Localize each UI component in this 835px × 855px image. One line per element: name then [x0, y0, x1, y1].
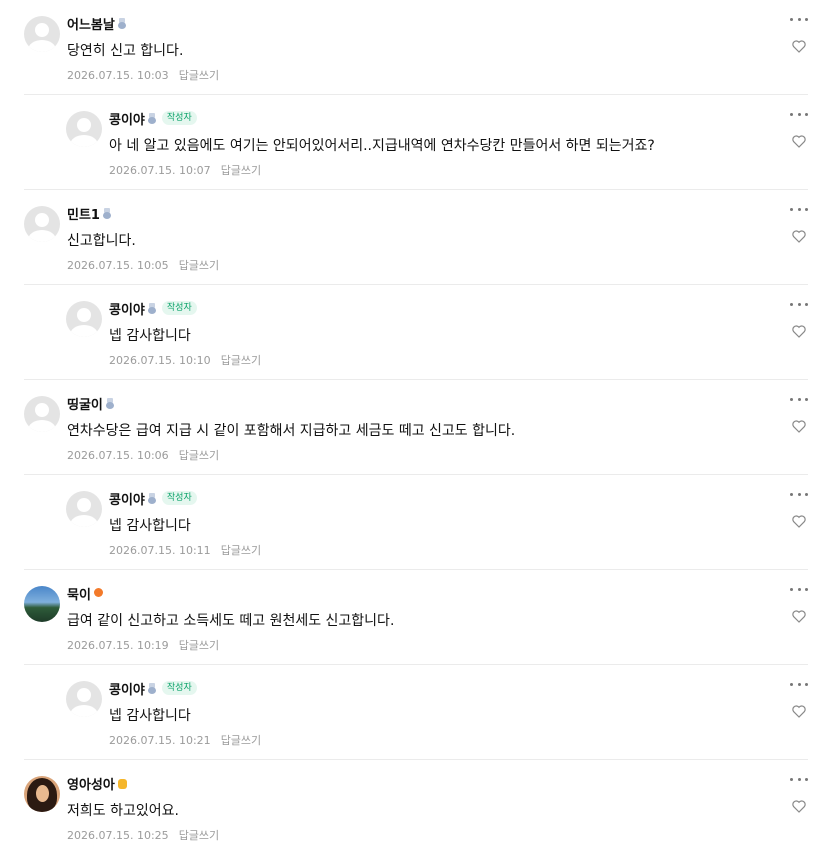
heart-icon[interactable]: [792, 230, 806, 244]
more-dots-icon[interactable]: [790, 774, 808, 784]
reply-item: 콩이야 작성자 아 네 알고 있음에도 여기는 안되어있어서리..지급내역에 연…: [24, 95, 808, 190]
comment-date: 2026.07.15. 10:05: [67, 259, 169, 272]
author-tag: 작성자: [161, 111, 197, 125]
reply-button[interactable]: 답글쓰기: [221, 354, 261, 367]
comment-author[interactable]: 콩이야: [109, 299, 145, 318]
author-tag: 작성자: [161, 681, 197, 695]
avatar[interactable]: [66, 491, 102, 527]
avatar[interactable]: [66, 681, 102, 717]
heart-icon[interactable]: [792, 40, 806, 54]
comment-author[interactable]: 영아성아: [67, 774, 115, 793]
comment-text: 넵 감사합니다: [109, 708, 191, 724]
comment-date: 2026.07.15. 10:19: [67, 639, 169, 652]
heart-icon[interactable]: [792, 515, 806, 529]
comment-date: 2026.07.15. 10:07: [109, 164, 211, 177]
comment-text: 아 네 알고 있음에도 여기는 안되어있어서리..지급내역에 연차수당칸 만들어…: [109, 138, 655, 154]
more-dots-icon[interactable]: [790, 489, 808, 499]
member-level-icon: [117, 17, 126, 29]
avatar[interactable]: [24, 206, 60, 242]
comment-author[interactable]: 콩이야: [109, 109, 145, 128]
author-tag: 작성자: [161, 491, 197, 505]
reply-button[interactable]: 답글쓰기: [179, 259, 219, 272]
comment-text: 연차수당은 급여 지급 시 같이 포함해서 지급하고 세금도 떼고 신고도 합니…: [67, 423, 516, 439]
reply-button[interactable]: 답글쓰기: [179, 829, 219, 842]
avatar[interactable]: [24, 586, 60, 622]
heart-icon[interactable]: [792, 325, 806, 339]
comment-date: 2026.07.15. 10:03: [67, 69, 169, 82]
member-level-icon: [147, 302, 156, 314]
comment-item: 묵이 급여 같이 신고하고 소득세도 떼고 원천세도 신고합니다. 2026.0…: [24, 570, 808, 665]
comment-item: 민트1 신고합니다. 2026.07.15. 10:05 답글쓰기: [24, 190, 808, 285]
comment-item: 어느봄날 당연히 신고 합니다. 2026.07.15. 10:03 답글쓰기: [24, 0, 808, 95]
heart-icon[interactable]: [792, 610, 806, 624]
member-level-icon: [147, 682, 156, 694]
reply-item: 콩이야 작성자 넵 감사합니다 2026.07.15. 10:10 답글쓰기: [24, 285, 808, 380]
comment-author[interactable]: 묵이: [67, 584, 91, 603]
comment-text: 신고합니다.: [67, 233, 136, 249]
avatar[interactable]: [24, 16, 60, 52]
member-level-icon: [147, 112, 156, 124]
comment-text: 급여 같이 신고하고 소득세도 떼고 원천세도 신고합니다.: [67, 613, 395, 629]
avatar[interactable]: [66, 301, 102, 337]
comment-date: 2026.07.15. 10:11: [109, 544, 211, 557]
reply-button[interactable]: 답글쓰기: [179, 449, 219, 462]
author-tag: 작성자: [161, 301, 197, 315]
comment-author[interactable]: 띵굴이: [67, 394, 103, 413]
comment-list: 어느봄날 당연히 신고 합니다. 2026.07.15. 10:03 답글쓰기 콩…: [0, 0, 835, 855]
reply-item: 콩이야 작성자 넵 감사합니다 2026.07.15. 10:11 답글쓰기: [24, 475, 808, 570]
comment-date: 2026.07.15. 10:25: [67, 829, 169, 842]
more-dots-icon[interactable]: [790, 584, 808, 594]
more-dots-icon[interactable]: [790, 679, 808, 689]
comment-date: 2026.07.15. 10:06: [67, 449, 169, 462]
member-level-icon: [147, 492, 156, 504]
comment-item: 띵굴이 연차수당은 급여 지급 시 같이 포함해서 지급하고 세금도 떼고 신고…: [24, 380, 808, 475]
reply-button[interactable]: 답글쓰기: [179, 639, 219, 652]
comment-text: 저희도 하고있어요.: [67, 803, 179, 819]
comment-date: 2026.07.15. 10:21: [109, 734, 211, 747]
heart-icon[interactable]: [792, 420, 806, 434]
heart-icon[interactable]: [792, 135, 806, 149]
comment-author[interactable]: 민트1: [67, 204, 100, 223]
member-level-icon: [93, 587, 103, 599]
reply-button[interactable]: 답글쓰기: [221, 734, 261, 747]
comment-author[interactable]: 콩이야: [109, 679, 145, 698]
reply-button[interactable]: 답글쓰기: [221, 544, 261, 557]
avatar[interactable]: [24, 396, 60, 432]
avatar[interactable]: [66, 111, 102, 147]
more-dots-icon[interactable]: [790, 394, 808, 404]
heart-icon[interactable]: [792, 800, 806, 814]
member-level-icon: [117, 778, 127, 789]
more-dots-icon[interactable]: [790, 299, 808, 309]
comment-date: 2026.07.15. 10:10: [109, 354, 211, 367]
comment-text: 당연히 신고 합니다.: [67, 43, 184, 59]
reply-button[interactable]: 답글쓰기: [179, 69, 219, 82]
heart-icon[interactable]: [792, 705, 806, 719]
comment-text: 넵 감사합니다: [109, 518, 191, 534]
more-dots-icon[interactable]: [790, 204, 808, 214]
comment-author[interactable]: 어느봄날: [67, 14, 115, 33]
reply-item: 콩이야 작성자 넵 감사합니다 2026.07.15. 10:21 답글쓰기: [24, 665, 808, 760]
comment-author[interactable]: 콩이야: [109, 489, 145, 508]
comment-text: 넵 감사합니다: [109, 328, 191, 344]
member-level-icon: [102, 207, 111, 219]
member-level-icon: [105, 397, 114, 409]
avatar[interactable]: [24, 776, 60, 812]
more-dots-icon[interactable]: [790, 109, 808, 119]
more-dots-icon[interactable]: [790, 14, 808, 24]
reply-button[interactable]: 답글쓰기: [221, 164, 261, 177]
